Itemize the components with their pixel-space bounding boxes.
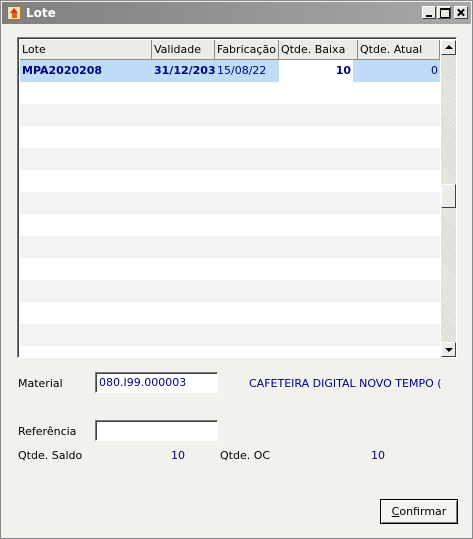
table-row[interactable]: MPA2020208 31/12/2030 15/08/22 10 0 — [20, 60, 440, 82]
maximize-button[interactable] — [437, 6, 451, 19]
referencia-input[interactable] — [95, 420, 218, 441]
lote-grid[interactable]: Lote Validade Fabricação Qtde. Baixa Qtd… — [17, 37, 457, 358]
empty-row — [20, 258, 440, 280]
referencia-label: Referência — [18, 425, 77, 438]
empty-row — [20, 82, 440, 104]
column-header-qtde-atual[interactable]: Qtde. Atual — [358, 40, 440, 60]
qtde-saldo-value: 10 — [171, 449, 185, 462]
lote-window: Lote Lote Validade Fabricação Qtde. Baix… — [0, 0, 473, 539]
cell-lote[interactable]: MPA2020208 — [20, 60, 152, 82]
material-input[interactable]: 080.I99.000003 — [95, 372, 218, 393]
minimize-button[interactable] — [422, 6, 436, 19]
vertical-scrollbar[interactable] — [441, 40, 456, 357]
qtde-oc-value: 10 — [371, 449, 385, 462]
column-header-fabricacao[interactable]: Fabricação — [215, 40, 279, 60]
empty-row — [20, 170, 440, 192]
cell-qtde-atual[interactable]: 0 — [358, 60, 440, 82]
empty-row — [20, 280, 440, 302]
title-bar[interactable]: Lote — [2, 2, 471, 24]
empty-row — [20, 302, 440, 324]
empty-row — [20, 214, 440, 236]
window-title: Lote — [26, 6, 56, 20]
grid-body: MPA2020208 31/12/2030 15/08/22 10 0 — [20, 60, 440, 355]
grid-header: Lote Validade Fabricação Qtde. Baixa Qtd… — [20, 40, 440, 60]
qtde-oc-label: Qtde. OC — [220, 449, 271, 462]
empty-row — [20, 148, 440, 170]
empty-row — [20, 346, 440, 357]
empty-row — [20, 192, 440, 214]
material-description: CAFETEIRA DIGITAL NOVO TEMPO ( — [249, 377, 442, 390]
cell-fabricacao[interactable]: 15/08/22 — [215, 60, 279, 82]
close-button[interactable] — [454, 6, 468, 19]
cell-qtde-baixa-editor[interactable]: 10 — [279, 60, 353, 82]
confirm-label: onfirmar — [399, 505, 447, 518]
material-label: Material — [18, 377, 63, 390]
column-header-qtde-baixa[interactable]: Qtde. Baixa — [279, 40, 358, 60]
qtde-saldo-label: Qtde. Saldo — [18, 449, 83, 462]
empty-row — [20, 126, 440, 148]
scroll-up-arrow-icon[interactable] — [441, 40, 456, 55]
empty-row — [20, 324, 440, 346]
empty-row — [20, 104, 440, 126]
app-house-icon — [7, 6, 21, 20]
cell-validade[interactable]: 31/12/2030 — [152, 60, 215, 82]
confirm-button[interactable]: Confirmar — [380, 499, 458, 524]
column-header-lote[interactable]: Lote — [20, 40, 152, 60]
scroll-thumb[interactable] — [441, 184, 456, 208]
scroll-down-arrow-icon[interactable] — [441, 342, 456, 357]
empty-row — [20, 236, 440, 258]
column-header-validade[interactable]: Validade — [152, 40, 215, 60]
